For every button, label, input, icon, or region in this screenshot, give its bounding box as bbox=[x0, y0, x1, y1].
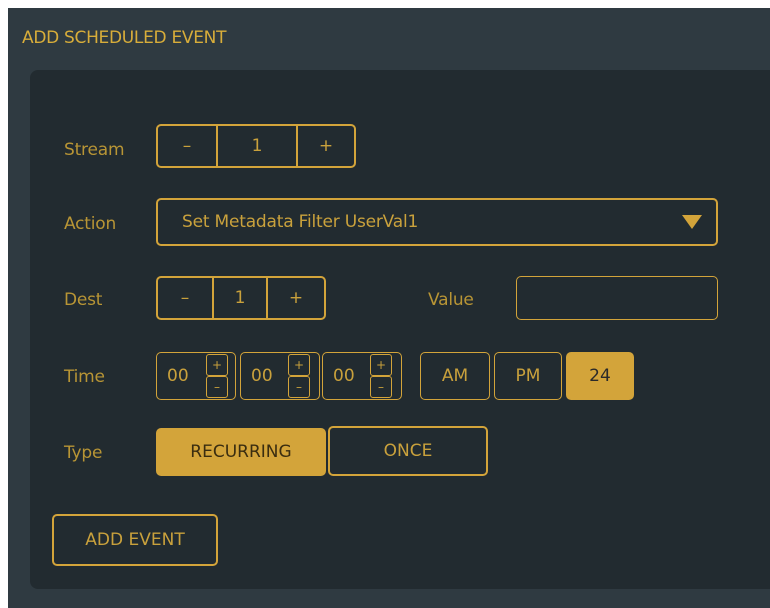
time-hours-value: 00 bbox=[167, 366, 189, 386]
plus-icon: + bbox=[318, 136, 334, 156]
time-hours-increment-button[interactable]: + bbox=[206, 354, 228, 376]
time-minutes-value: 00 bbox=[251, 366, 273, 386]
event-form-panel: Stream – 1 + Action Set Metadata Filter … bbox=[30, 70, 770, 589]
dest-value: 1 bbox=[212, 276, 268, 320]
am-button[interactable]: AM bbox=[420, 352, 490, 400]
dest-label: Dest bbox=[64, 290, 103, 310]
pm-button[interactable]: PM bbox=[494, 352, 562, 400]
dest-decrement-button[interactable]: – bbox=[156, 276, 212, 320]
value-label: Value bbox=[428, 290, 474, 310]
time-seconds-increment-button[interactable]: + bbox=[370, 354, 392, 376]
time-minutes-increment-button[interactable]: + bbox=[288, 354, 310, 376]
time-hours-decrement-button[interactable]: – bbox=[206, 376, 228, 398]
time-seconds-value: 00 bbox=[333, 366, 355, 386]
action-label: Action bbox=[64, 214, 117, 234]
stream-increment-button[interactable]: + bbox=[296, 124, 356, 168]
add-event-button[interactable]: ADD EVENT bbox=[52, 514, 218, 566]
stream-value: 1 bbox=[216, 124, 298, 168]
minus-icon: – bbox=[180, 288, 190, 308]
time-minutes-decrement-button[interactable]: – bbox=[288, 376, 310, 398]
action-selected-value: Set Metadata Filter UserVal1 bbox=[182, 212, 419, 232]
dest-increment-button[interactable]: + bbox=[266, 276, 326, 320]
time-seconds-decrement-button[interactable]: – bbox=[370, 376, 392, 398]
stream-decrement-button[interactable]: – bbox=[156, 124, 216, 168]
time-label: Time bbox=[64, 367, 105, 387]
type-label: Type bbox=[64, 443, 103, 463]
plus-icon: + bbox=[288, 288, 304, 308]
stream-label: Stream bbox=[64, 140, 125, 160]
24-hour-button[interactable]: 24 bbox=[566, 352, 634, 400]
value-input[interactable] bbox=[516, 276, 718, 320]
once-button[interactable]: ONCE bbox=[328, 426, 488, 476]
minus-icon: – bbox=[182, 136, 192, 156]
dropdown-arrow-icon bbox=[682, 215, 702, 229]
recurring-button[interactable]: RECURRING bbox=[156, 428, 326, 476]
action-select[interactable]: Set Metadata Filter UserVal1 bbox=[156, 198, 718, 246]
window-title: ADD SCHEDULED EVENT bbox=[22, 28, 227, 48]
